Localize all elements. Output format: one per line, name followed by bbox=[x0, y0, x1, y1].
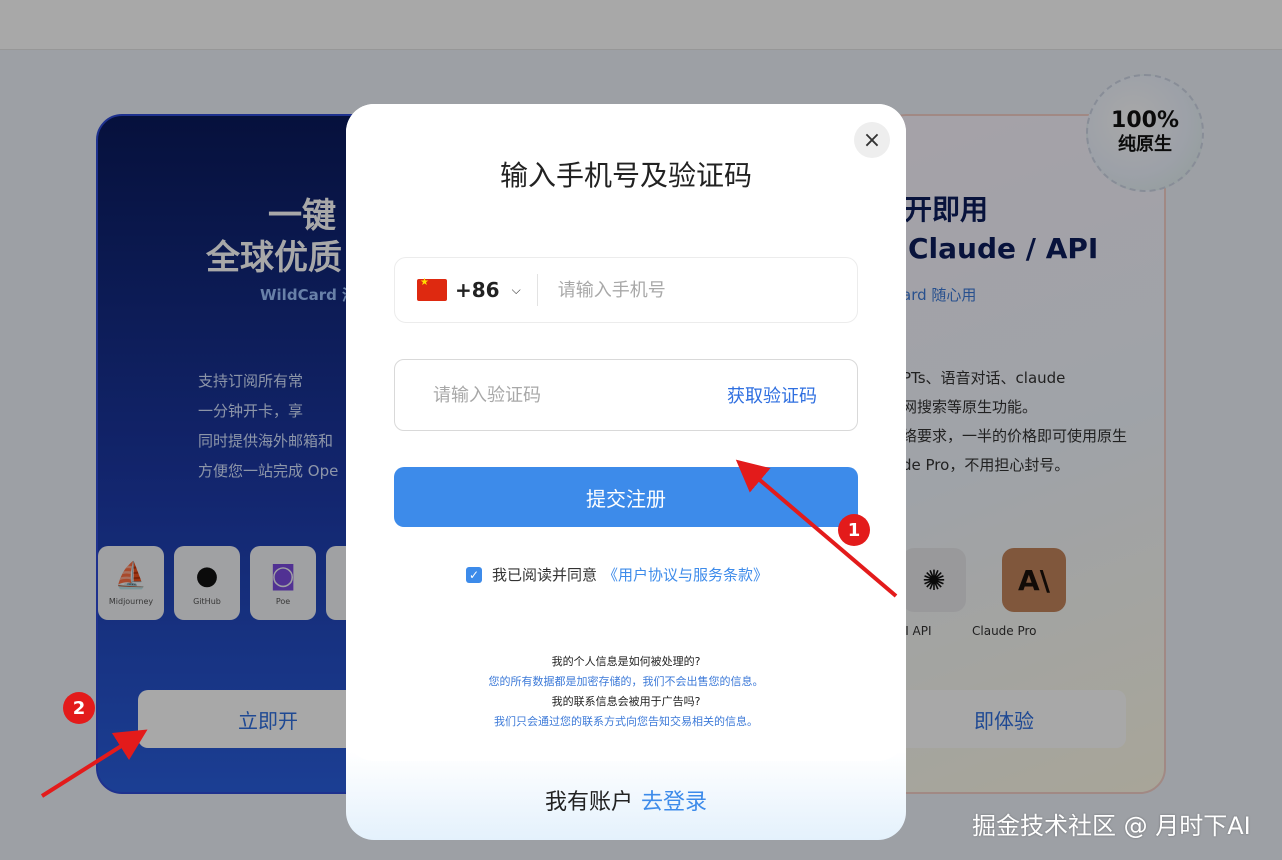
faq-question: 我的联系信息会被用于广告吗? bbox=[551, 695, 701, 708]
phone-field: +86 ⌵ bbox=[394, 257, 858, 323]
divider bbox=[536, 274, 538, 306]
close-icon: × bbox=[862, 127, 882, 153]
agreement-text: 我已阅读并同意 bbox=[492, 566, 598, 584]
login-text: 我有账户 bbox=[544, 790, 633, 815]
step-marker-2: 2 bbox=[63, 692, 95, 724]
close-button[interactable]: × bbox=[854, 122, 890, 158]
get-code-button[interactable]: 获取验证码 bbox=[727, 382, 817, 408]
register-modal-body: × 输入手机号及验证码 +86 ⌵ 获取验证码 提交注册 ✓ 我已阅读并同意 《… bbox=[346, 104, 906, 761]
step-marker-1: 1 bbox=[838, 514, 870, 546]
faq-answer: 我们只会通过您的联系方式向您告知交易相关的信息。 bbox=[494, 715, 758, 728]
verification-code-input[interactable] bbox=[433, 384, 727, 406]
privacy-faq: 我的个人信息是如何被处理的? 您的所有数据都是加密存储的，我们不会出售您的信息。… bbox=[346, 652, 906, 732]
login-link[interactable]: 去登录 bbox=[641, 790, 707, 815]
register-modal: × 输入手机号及验证码 +86 ⌵ 获取验证码 提交注册 ✓ 我已阅读并同意 《… bbox=[346, 104, 906, 840]
china-flag-icon bbox=[417, 277, 447, 301]
chevron-down-icon[interactable]: ⌵ bbox=[512, 283, 521, 298]
verification-field: 获取验证码 bbox=[394, 359, 858, 431]
login-prompt: 我有账户 去登录 bbox=[346, 784, 906, 816]
modal-title: 输入手机号及验证码 bbox=[499, 159, 752, 192]
agreement-row: ✓ 我已阅读并同意 《用户协议与服务条款》 bbox=[466, 564, 768, 585]
phone-input[interactable] bbox=[557, 279, 857, 301]
faq-question: 我的个人信息是如何被处理的? bbox=[551, 655, 701, 668]
country-code-select[interactable]: +86 bbox=[455, 278, 500, 302]
submit-register-button[interactable]: 提交注册 bbox=[394, 467, 858, 527]
faq-answer: 您的所有数据都是加密存储的，我们不会出售您的信息。 bbox=[488, 675, 764, 688]
agreement-checkbox[interactable]: ✓ bbox=[466, 566, 482, 583]
watermark: 掘金技术社区 @ 月时下AI bbox=[972, 812, 1251, 840]
terms-link[interactable]: 《用户协议与服务条款》 bbox=[603, 564, 768, 585]
